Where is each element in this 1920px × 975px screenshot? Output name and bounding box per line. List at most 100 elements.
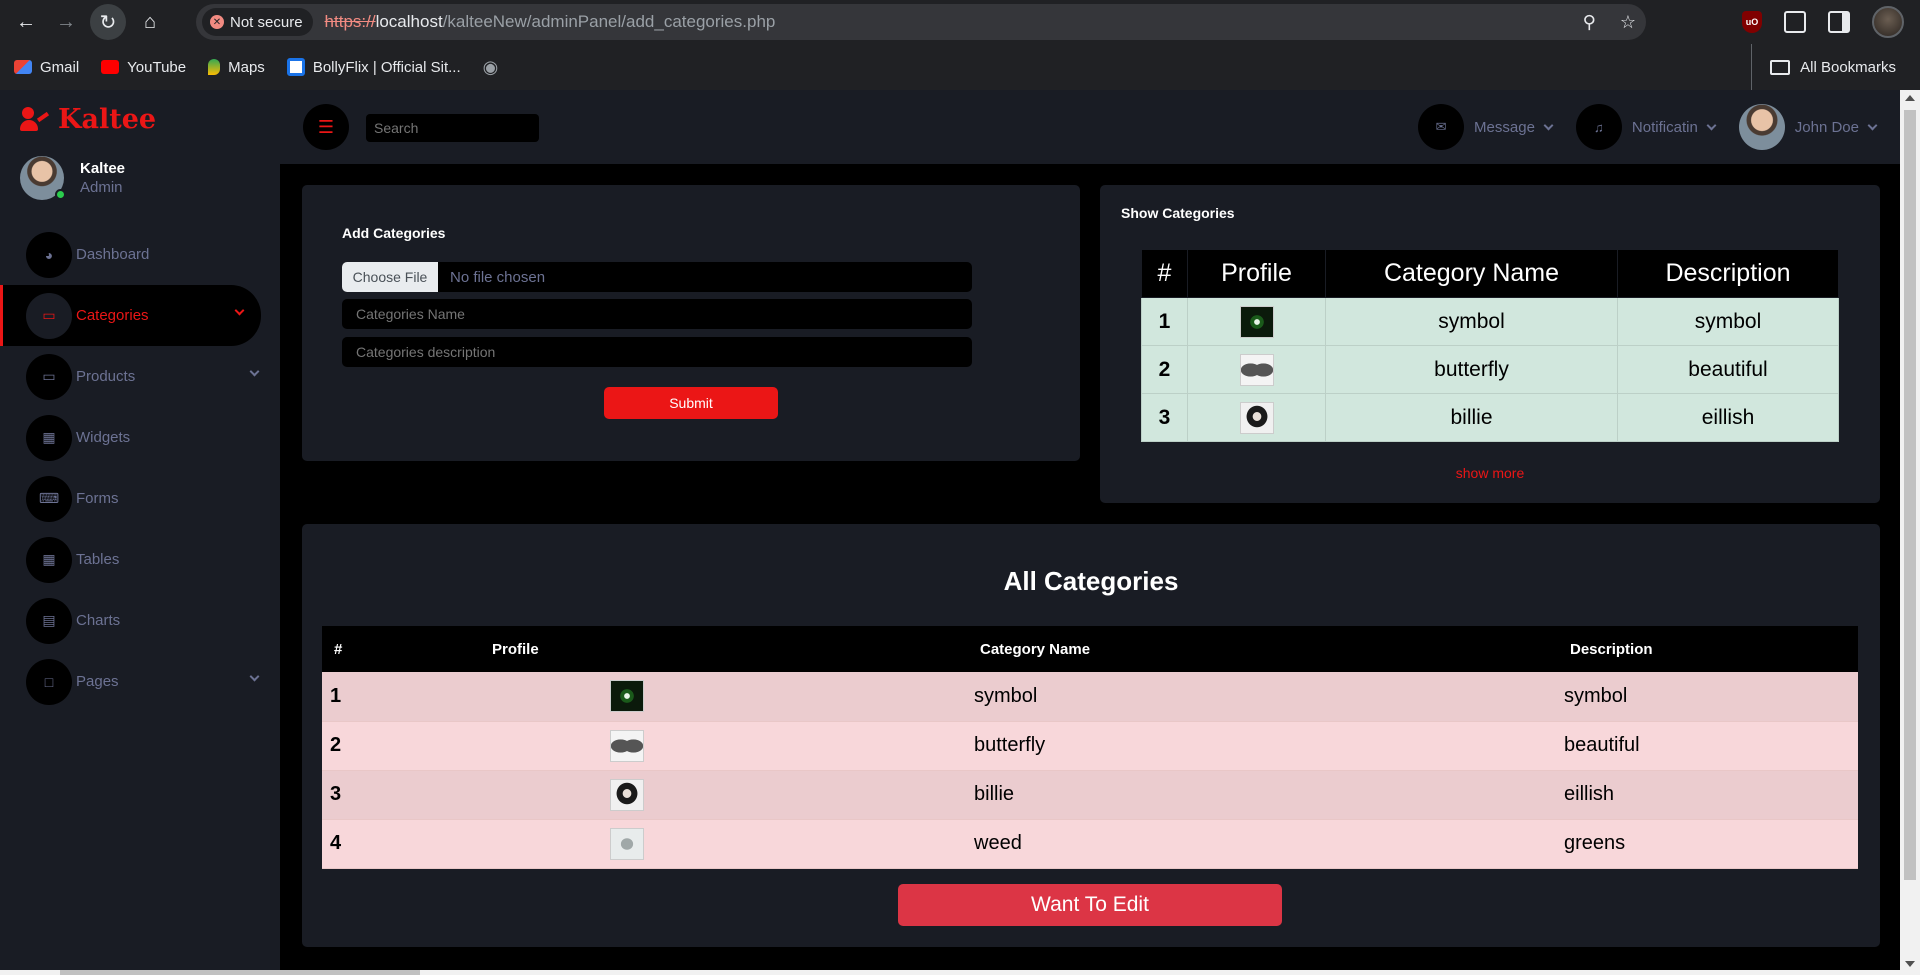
message-dropdown[interactable]: ✉ Message [1418, 104, 1554, 150]
category-description: symbol [1617, 297, 1839, 346]
table-icon: ▦ [26, 536, 72, 583]
scrollbar-thumb[interactable] [1904, 110, 1916, 880]
vertical-scrollbar[interactable] [1900, 90, 1920, 975]
scroll-down-icon[interactable] [1905, 961, 1915, 967]
file-status: No file chosen [450, 268, 546, 286]
side-panel-icon[interactable] [1828, 11, 1850, 33]
horizontal-scrollbar[interactable] [0, 970, 1900, 975]
back-icon[interactable]: ← [6, 2, 46, 42]
all-categories-panel: All Categories # Profile Category Name D… [302, 524, 1880, 947]
sidebar-item-label: Charts [76, 612, 121, 629]
scrollbar-thumb[interactable] [60, 970, 420, 975]
brand-logo[interactable]: Kaltee [20, 104, 156, 135]
bookmark-bollyflix[interactable]: BollyFlix | Official Sit... [286, 58, 461, 76]
column-header: Profile [492, 626, 970, 672]
category-description: eillish [1558, 770, 1858, 820]
row-number: 3 [322, 770, 492, 820]
category-description-field[interactable] [342, 337, 972, 367]
laptop-icon: ▭ [26, 292, 72, 339]
sidebar-item-products[interactable]: ▭ Products [0, 346, 280, 407]
profile-cell [492, 819, 970, 869]
category-image [610, 778, 644, 811]
chevron-down-icon [1867, 120, 1878, 130]
url-path: /kalteeNew/adminPanel/add_categories.php [442, 12, 776, 31]
column-header: Category Name [970, 626, 1558, 672]
reload-icon[interactable]: ↻ [90, 4, 126, 40]
category-name: billie [970, 770, 1558, 820]
scroll-up-icon[interactable] [1905, 95, 1915, 101]
row-number: 1 [1141, 297, 1188, 346]
sidebar-item-label: Pages [76, 673, 119, 690]
panel-title: Add Categories [342, 225, 446, 241]
table-row: 1 symbol symbol [1141, 297, 1839, 346]
sidebar-item-label: Tables [76, 551, 120, 568]
profile-dropdown[interactable]: John Doe [1738, 104, 1878, 150]
category-name: weed [970, 819, 1558, 869]
submit-button[interactable]: Submit [604, 387, 778, 419]
category-name: butterfly [1325, 345, 1618, 394]
url-protocol: https:// [324, 12, 376, 31]
sidebar-item-pages[interactable]: □ Pages [0, 651, 280, 712]
sidebar-item-forms[interactable]: ⌨ Forms [0, 468, 280, 529]
menu-toggle-icon[interactable]: ☰ [303, 104, 349, 150]
browser-toolbar: ← → ↻ ⌂ ✕ Not secure https://localhost/k… [0, 0, 1920, 44]
choose-file-button[interactable]: Choose File [342, 262, 438, 292]
youtube-icon [101, 60, 120, 74]
search-input[interactable] [366, 114, 539, 142]
ublock-extension-icon[interactable]: uO [1742, 11, 1762, 33]
category-image [1239, 353, 1274, 386]
category-description: eillish [1617, 393, 1839, 442]
all-bookmarks-label: All Bookmarks [1800, 58, 1896, 76]
column-header: # [322, 626, 492, 672]
row-number: 1 [322, 672, 492, 722]
profile-avatar-icon[interactable] [1872, 6, 1904, 38]
grid-icon: ▦ [26, 414, 72, 461]
sidebar-menu: ◕ Dashboard ▭ Categories ▭ Products ▦ Widget… [0, 224, 280, 712]
sidebar-item-charts[interactable]: ▤ Charts [0, 590, 280, 651]
extensions-icon[interactable] [1784, 11, 1806, 33]
brand-name: Kaltee [58, 104, 157, 135]
category-name: symbol [970, 672, 1558, 722]
address-bar[interactable]: ✕ Not secure https://localhost/kalteeNew… [196, 4, 1646, 40]
warning-icon: ✕ [210, 15, 224, 29]
avatar [1738, 104, 1785, 150]
want-to-edit-button[interactable]: Want To Edit [898, 884, 1282, 926]
bookmark-label: Gmail [40, 58, 80, 76]
category-image [610, 729, 644, 762]
url-host: localhost [375, 12, 443, 31]
all-bookmarks[interactable]: All Bookmarks [1751, 44, 1896, 90]
notification-dropdown[interactable]: ♫ Notificatin [1575, 104, 1717, 150]
bookmark-youtube[interactable]: YouTube [101, 59, 186, 76]
show-more-link[interactable]: show more [1100, 465, 1880, 481]
category-image [610, 827, 644, 860]
zoom-icon[interactable]: ⚲ [1583, 12, 1596, 33]
sidebar-item-categories[interactable]: ▭ Categories [0, 285, 261, 346]
home-icon[interactable]: ⌂ [130, 2, 170, 42]
chart-icon: ▤ [26, 597, 72, 644]
bookmark-label: Maps [228, 58, 265, 76]
profile-cell [492, 721, 970, 771]
chevron-down-icon [1706, 120, 1717, 130]
sidebar-item-dashboard[interactable]: ◕ Dashboard [0, 224, 280, 285]
security-chip[interactable]: ✕ Not secure [202, 8, 313, 36]
keyboard-icon: ⌨ [26, 475, 72, 522]
laptop-icon: ▭ [26, 353, 72, 400]
category-name-field[interactable] [342, 299, 972, 329]
profile-cell [1187, 393, 1326, 442]
table-row: 1 symbol symbol [322, 672, 1858, 722]
column-header: Category Name [1325, 249, 1618, 298]
sidebar-item-tables[interactable]: ▦ Tables [0, 529, 280, 590]
sidebar-item-widgets[interactable]: ▦ Widgets [0, 407, 280, 468]
bookmark-star-icon[interactable]: ☆ [1620, 12, 1636, 33]
bookmark-maps[interactable]: Maps [208, 59, 265, 76]
bookmark-gmail[interactable]: Gmail [14, 59, 79, 76]
url-text[interactable]: https://localhost/kalteeNew/adminPanel/a… [325, 12, 776, 32]
envelope-icon: ✉ [1418, 104, 1465, 150]
sidebar-item-label: Dashboard [76, 246, 150, 263]
forward-icon[interactable]: → [46, 2, 86, 42]
bookmark-globe[interactable]: ◉ [483, 57, 499, 78]
table-row: 4 weed greens [322, 819, 1858, 869]
bookmark-label: YouTube [127, 58, 187, 76]
profile-cell [1187, 297, 1326, 346]
file-input[interactable]: Choose File No file chosen [342, 262, 972, 292]
